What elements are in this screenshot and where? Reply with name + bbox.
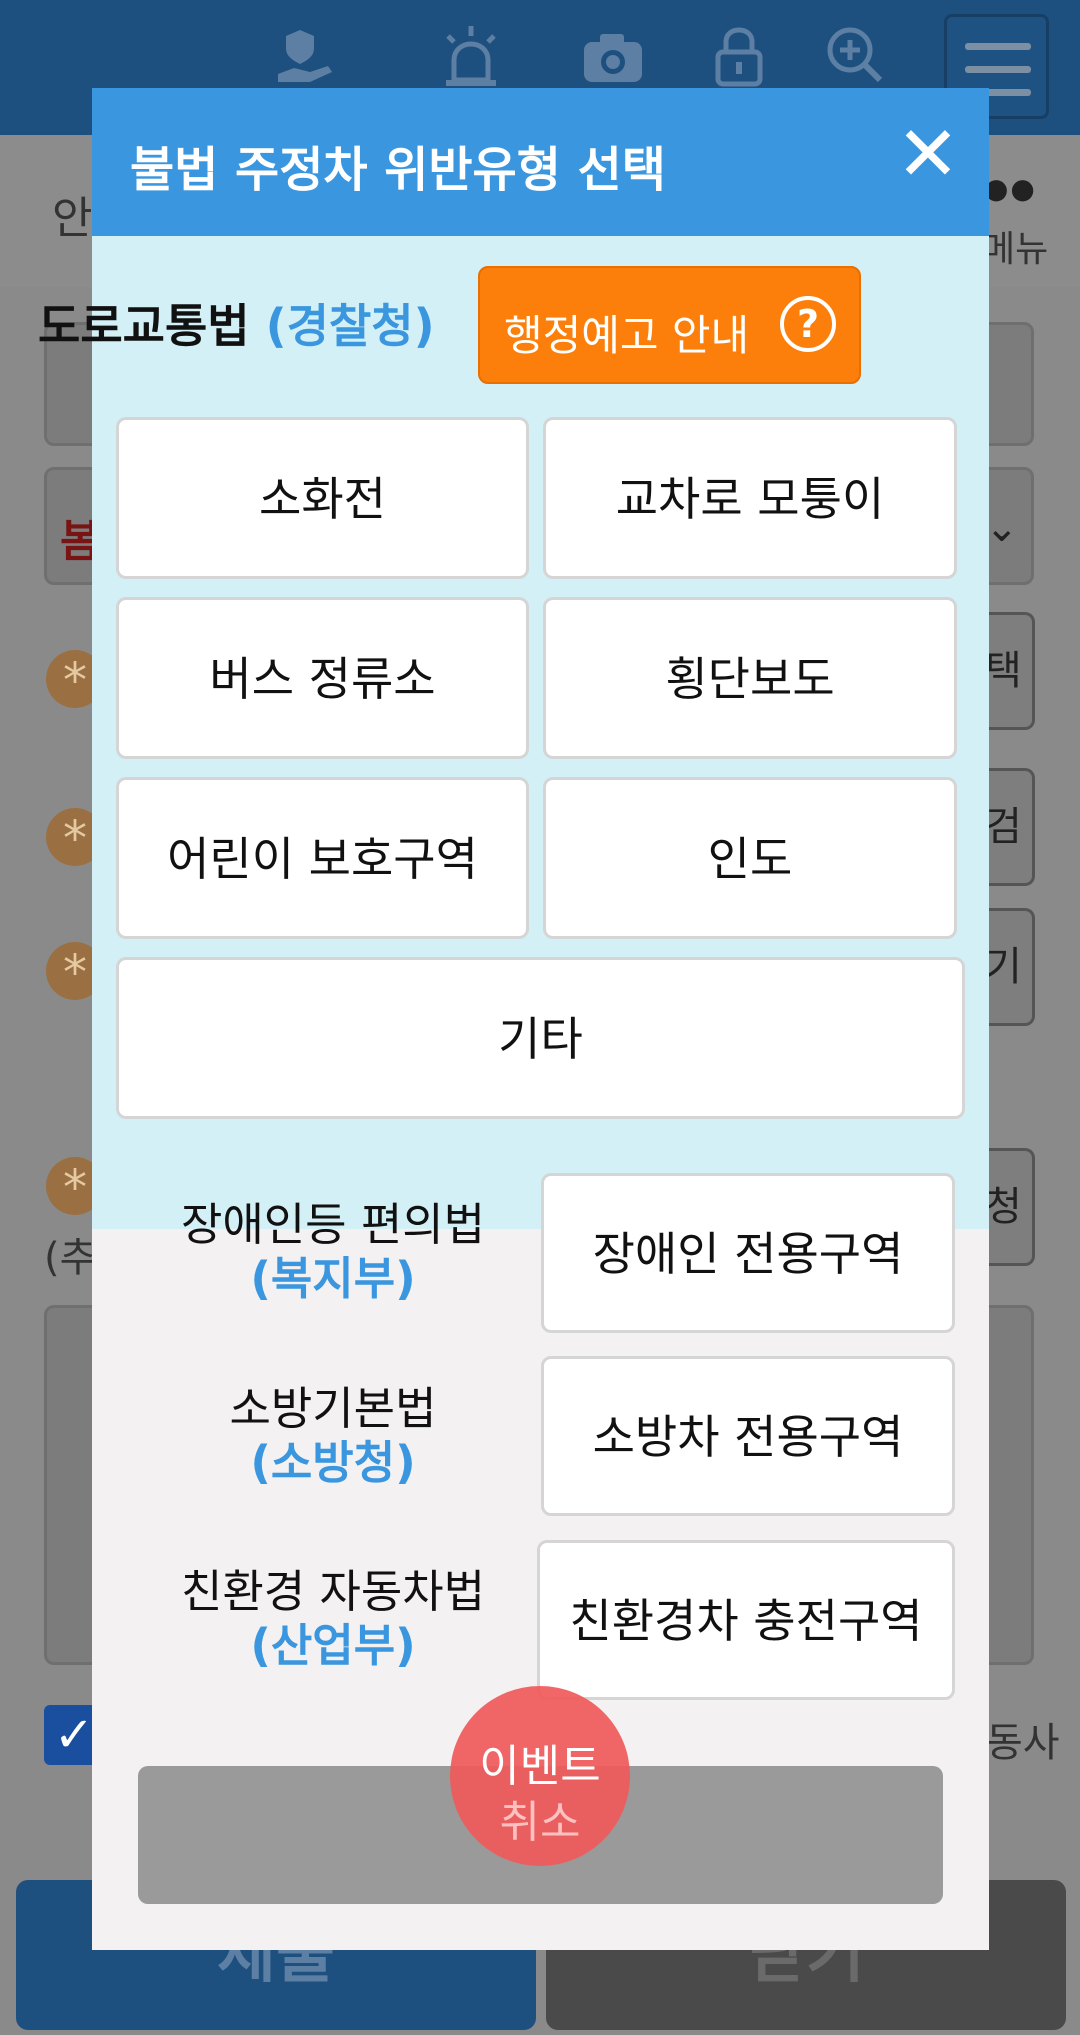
option-eco-charging-zone[interactable]: 친환경차 충전구역 bbox=[537, 1540, 955, 1700]
eco-car-law-label: 친환경 자동차법 (산업부) bbox=[138, 1565, 528, 1673]
fire-law-name: 소방기본법 bbox=[229, 1382, 437, 1435]
background-note-text: (추 bbox=[44, 1235, 97, 1281]
option-school-zone[interactable]: 어린이 보호구역 bbox=[116, 777, 529, 939]
help-icon: ? bbox=[780, 296, 836, 352]
more-dots-icon[interactable]: ●● bbox=[984, 172, 1037, 205]
option-disabled-parking[interactable]: 장애인 전용구역 bbox=[541, 1173, 955, 1333]
cancel-label: 취소 bbox=[499, 1797, 581, 1848]
siren-icon[interactable] bbox=[436, 22, 506, 92]
subbar-left-text: 안 bbox=[52, 193, 93, 244]
lock-icon[interactable] bbox=[704, 22, 774, 92]
option-fire-hydrant[interactable]: 소화전 bbox=[116, 417, 529, 579]
fire-law-label: 소방기본법 (소방청) bbox=[138, 1382, 528, 1490]
zoom-in-icon[interactable] bbox=[820, 22, 890, 92]
background-side-button[interactable]: 청 bbox=[985, 1148, 1035, 1266]
admin-notice-label: 행정예고 안내 bbox=[504, 311, 750, 360]
background-right-text: 동사 bbox=[986, 1720, 1060, 1766]
eco-car-law-name: 친환경 자동차법 bbox=[180, 1565, 486, 1618]
background-side-button[interactable]: 기 bbox=[985, 908, 1035, 1026]
road-law-agency: (경찰청) bbox=[265, 299, 435, 353]
disability-law-agency: (복지부) bbox=[250, 1252, 416, 1305]
event-label: 이벤트 bbox=[479, 1741, 601, 1792]
camera-icon[interactable] bbox=[578, 22, 648, 92]
background-side-button[interactable]: 택 bbox=[985, 612, 1035, 730]
hand-shield-icon[interactable] bbox=[270, 22, 340, 92]
disability-law-label: 장애인등 편의법 (복지부) bbox=[138, 1198, 528, 1306]
event-cancel-bubble[interactable]: 이벤트 취소 bbox=[450, 1686, 630, 1866]
road-law-name: 도로교통법 bbox=[38, 299, 250, 353]
option-crosswalk[interactable]: 횡단보도 bbox=[543, 597, 957, 759]
close-icon[interactable]: ✕ bbox=[892, 116, 964, 192]
background-side-button[interactable]: 검 bbox=[985, 768, 1035, 886]
modal-title: 불법 주정차 위반유형 선택 bbox=[130, 142, 666, 198]
road-law-title: 도로교통법 (경찰청) bbox=[38, 290, 435, 356]
subbar-menu-text[interactable]: 메뉴 bbox=[982, 220, 1048, 272]
option-sidewalk[interactable]: 인도 bbox=[543, 777, 957, 939]
eco-car-law-agency: (산업부) bbox=[250, 1619, 416, 1672]
option-fire-truck-zone[interactable]: 소방차 전용구역 bbox=[541, 1356, 955, 1516]
option-bus-stop[interactable]: 버스 정류소 bbox=[116, 597, 529, 759]
disability-law-name: 장애인등 편의법 bbox=[180, 1198, 486, 1251]
chevron-down-icon[interactable]: ⌄ bbox=[985, 505, 1019, 551]
option-other[interactable]: 기타 bbox=[116, 957, 965, 1119]
admin-notice-button[interactable]: 행정예고 안내 ? bbox=[478, 266, 861, 384]
option-intersection-corner[interactable]: 교차로 모퉁이 bbox=[543, 417, 957, 579]
fire-law-agency: (소방청) bbox=[250, 1436, 416, 1489]
app-screen: 안 ●● 메뉴 봄 ⌄ * * * * 택 검 기 청 (추 ✓ 동사 제출 닫… bbox=[0, 0, 1080, 2035]
modal-header: 불법 주정차 위반유형 선택 ✕ bbox=[92, 88, 989, 236]
